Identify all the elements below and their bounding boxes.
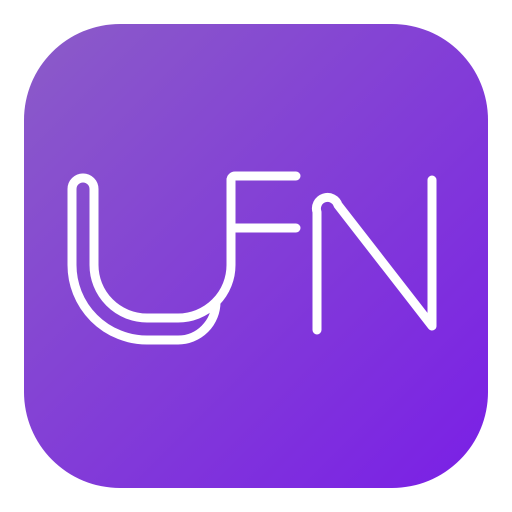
ufn-app-icon[interactable] xyxy=(0,0,512,512)
app-icon-canvas: UFN xyxy=(0,0,512,512)
letter-f-top-stroke xyxy=(226,171,301,185)
